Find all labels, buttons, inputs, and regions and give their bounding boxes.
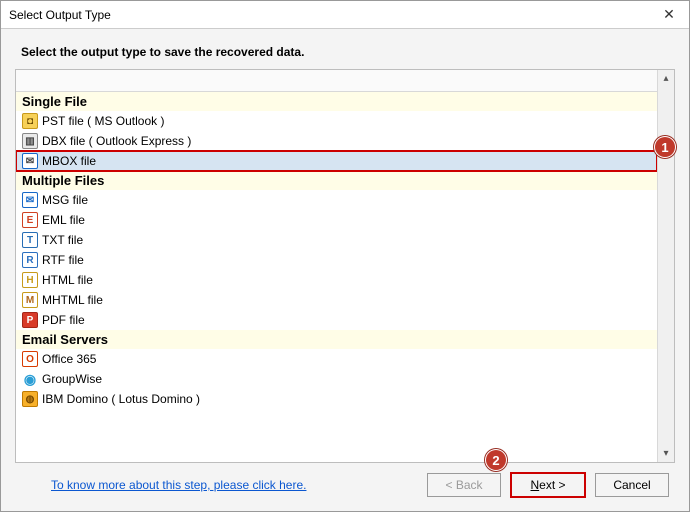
eml-icon: E — [22, 212, 38, 228]
annotation-badge-1: 1 — [654, 136, 676, 158]
option-label: EML file — [42, 213, 85, 227]
office365-icon: O — [22, 351, 38, 367]
option-label: DBX file ( Outlook Express ) — [42, 134, 191, 148]
close-icon: ✕ — [663, 6, 675, 23]
domino-icon: ◍ — [22, 391, 38, 407]
txt-icon: T — [22, 232, 38, 248]
annotation-badge-2: 2 — [485, 449, 507, 471]
option-msg[interactable]: ✉ MSG file — [16, 190, 657, 210]
next-label-rest: ext > — [539, 478, 565, 492]
option-pdf[interactable]: P PDF file — [16, 310, 657, 330]
groupwise-icon: ◉ — [22, 371, 38, 387]
option-domino[interactable]: ◍ IBM Domino ( Lotus Domino ) — [16, 389, 657, 409]
mhtml-icon: M — [22, 292, 38, 308]
pdf-icon: P — [22, 312, 38, 328]
option-pst[interactable]: ◘ PST file ( MS Outlook ) — [16, 111, 657, 131]
option-office365[interactable]: O Office 365 — [16, 349, 657, 369]
option-txt[interactable]: T TXT file — [16, 230, 657, 250]
group-single-file: Single File — [16, 92, 657, 111]
next-button[interactable]: Next > — [511, 473, 585, 497]
dialog-footer: To know more about this step, please cli… — [15, 463, 675, 501]
option-label: RTF file — [42, 253, 84, 267]
html-icon: H — [22, 272, 38, 288]
option-label: PST file ( MS Outlook ) — [42, 114, 164, 128]
next-accelerator: N — [530, 478, 539, 492]
dialog-window: Select Output Type ✕ Select the output t… — [0, 0, 690, 512]
output-type-list: Single File ◘ PST file ( MS Outlook ) ▥ … — [15, 69, 675, 463]
pst-icon: ◘ — [22, 113, 38, 129]
option-label: MHTML file — [42, 293, 103, 307]
instruction-text: Select the output type to save the recov… — [21, 45, 675, 59]
option-rtf[interactable]: R RTF file — [16, 250, 657, 270]
back-button: < Back — [427, 473, 501, 497]
option-mhtml[interactable]: M MHTML file — [16, 290, 657, 310]
list-content: Single File ◘ PST file ( MS Outlook ) ▥ … — [16, 70, 657, 462]
close-button[interactable]: ✕ — [649, 1, 689, 29]
option-label: MSG file — [42, 193, 88, 207]
dbx-icon: ▥ — [22, 133, 38, 149]
option-mbox[interactable]: ✉ MBOX file — [16, 151, 657, 171]
option-label: Office 365 — [42, 352, 96, 366]
option-label: GroupWise — [42, 372, 102, 386]
option-label: TXT file — [42, 233, 83, 247]
option-html[interactable]: H HTML file — [16, 270, 657, 290]
option-label: IBM Domino ( Lotus Domino ) — [42, 392, 200, 406]
dialog-body: Select the output type to save the recov… — [1, 29, 689, 511]
option-groupwise[interactable]: ◉ GroupWise — [16, 369, 657, 389]
titlebar: Select Output Type ✕ — [1, 1, 689, 29]
option-label: MBOX file — [42, 154, 96, 168]
msg-icon: ✉ — [22, 192, 38, 208]
wizard-buttons: < Back Next > Cancel — [427, 473, 669, 497]
cancel-button[interactable]: Cancel — [595, 473, 669, 497]
list-header — [16, 70, 657, 92]
option-label: PDF file — [42, 313, 85, 327]
rtf-icon: R — [22, 252, 38, 268]
help-link[interactable]: To know more about this step, please cli… — [51, 478, 306, 492]
window-title: Select Output Type — [9, 8, 111, 22]
mbox-icon: ✉ — [22, 153, 38, 169]
group-multiple-files: Multiple Files — [16, 171, 657, 190]
option-dbx[interactable]: ▥ DBX file ( Outlook Express ) — [16, 131, 657, 151]
vertical-scrollbar[interactable]: ▴ ▾ — [657, 70, 674, 462]
group-email-servers: Email Servers — [16, 330, 657, 349]
scroll-down-icon[interactable]: ▾ — [658, 445, 674, 462]
option-label: HTML file — [42, 273, 93, 287]
scroll-up-icon[interactable]: ▴ — [658, 70, 674, 87]
option-eml[interactable]: E EML file — [16, 210, 657, 230]
